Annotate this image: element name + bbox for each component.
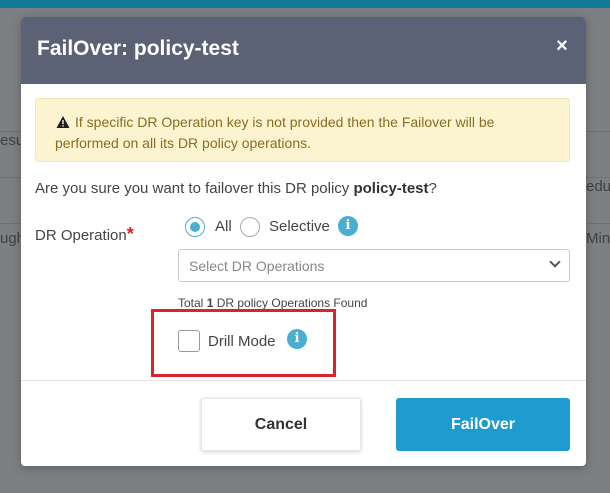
dr-operations-select[interactable]: Select DR Operations (178, 249, 570, 282)
close-icon[interactable]: × (554, 36, 570, 56)
confirm-prefix: Are you sure you want to failover this D… (35, 180, 354, 197)
radio-all[interactable] (185, 217, 205, 237)
info-icon[interactable]: i (338, 216, 358, 236)
dr-operation-label-group: DR Operation* (35, 224, 134, 245)
radio-all-label[interactable]: All (215, 218, 232, 235)
dr-operation-label: DR Operation (35, 227, 127, 244)
dialog-title: FailOver: policy-test (37, 37, 239, 60)
count-prefix: Total (178, 296, 207, 310)
operations-count-text: Total 1 DR policy Operations Found (178, 296, 367, 310)
count-suffix: DR policy Operations Found (213, 296, 368, 310)
warning-text: If specific DR Operation key is not prov… (55, 114, 495, 151)
warning-alert: If specific DR Operation key is not prov… (35, 98, 570, 162)
required-marker: * (126, 224, 134, 244)
drill-mode-info-icon[interactable]: i (287, 329, 307, 349)
confirm-message: Are you sure you want to failover this D… (35, 180, 437, 197)
select-placeholder: Select DR Operations (189, 258, 325, 274)
background-top-bar (0, 0, 610, 8)
failover-button[interactable]: FailOver (396, 398, 570, 451)
radio-selective[interactable] (240, 217, 260, 237)
dialog-header: FailOver: policy-test × (21, 17, 586, 84)
confirm-policy-name: policy-test (353, 180, 429, 197)
radio-selective-label[interactable]: Selective (269, 218, 330, 235)
drill-mode-checkbox[interactable] (178, 330, 200, 352)
background-text: Min (586, 230, 610, 247)
background-text: edu (586, 178, 610, 195)
footer-divider (21, 380, 586, 381)
confirm-suffix: ? (428, 180, 437, 197)
cancel-button[interactable]: Cancel (201, 398, 361, 451)
drill-mode-label[interactable]: Drill Mode (208, 333, 276, 350)
chevron-down-icon (549, 256, 561, 268)
failover-dialog: FailOver: policy-test × If specific DR O… (21, 17, 586, 466)
